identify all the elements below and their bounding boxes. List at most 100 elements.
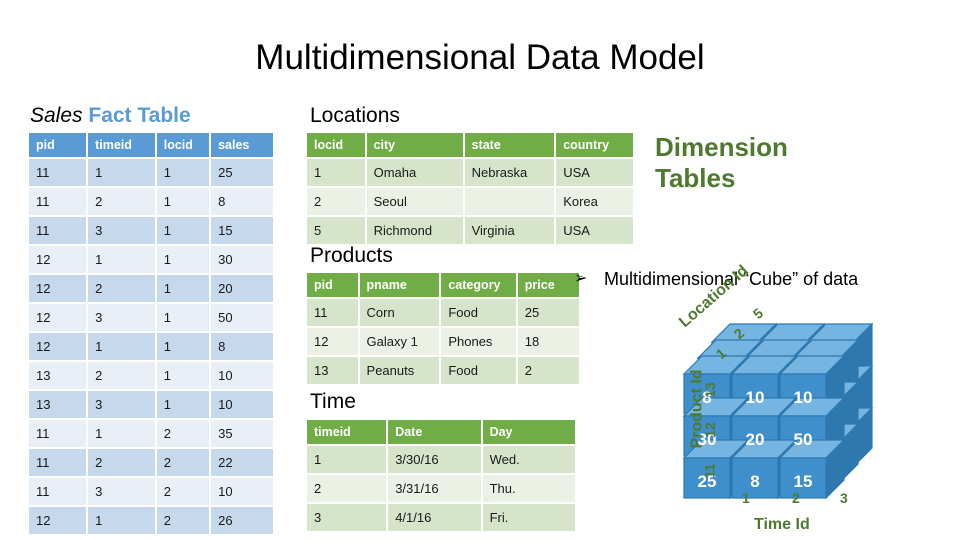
cell-pid: 13 — [29, 362, 87, 389]
table-row: 11 3 2 10 — [29, 478, 273, 505]
table-row: 11 Corn Food 25 — [307, 299, 579, 326]
table-row: 3 4/1/16 Fri. — [307, 504, 575, 531]
cell-pid: 13 — [307, 357, 358, 384]
column-header-category: category — [441, 273, 516, 297]
cell-day: Fri. — [482, 504, 575, 531]
cell-locid: 2 — [156, 478, 210, 505]
time-table-caption: Time — [310, 390, 356, 413]
cell-pid: 13 — [29, 391, 87, 418]
table-row: 12 3 1 50 — [29, 304, 273, 331]
cell-date: 3/30/16 — [388, 446, 481, 473]
cell-locid: 1 — [156, 275, 210, 302]
cube-cell-p12-t2: 20 — [745, 430, 765, 449]
table-row: 12 2 1 20 — [29, 275, 273, 302]
locations-table: locid city state country 1 Omaha Nebraska U… — [305, 131, 635, 246]
caption-sales-word: Sales — [30, 104, 83, 127]
cell-state — [464, 188, 555, 215]
cell-timeid: 3 — [307, 504, 387, 531]
axis-tick-product-11: 11 — [701, 463, 718, 479]
cube-cell-p11-t2: 8 — [750, 472, 760, 491]
table-row: 12 Galaxy 1 Phones 18 — [307, 328, 579, 355]
cube-graphic — [683, 323, 873, 499]
table-row: 13 Peanuts Food 2 — [307, 357, 579, 384]
dimension-tables-heading: Dimension Tables — [655, 132, 905, 193]
column-header-sales: sales — [211, 133, 273, 157]
cell-timeid: 3 — [88, 391, 155, 418]
cell-category: Food — [441, 299, 516, 326]
cell-state: Virginia — [464, 217, 555, 244]
axis-tick-time-3: 3 — [840, 490, 848, 506]
slide-canvas: Multidimensional Data Model Sales Fact T… — [0, 0, 960, 540]
cell-pid: 11 — [29, 449, 87, 476]
cell-country: Korea — [556, 188, 633, 215]
cell-sales: 30 — [211, 246, 273, 273]
column-header-country: country — [556, 133, 633, 157]
table-row: 11 1 1 25 — [29, 159, 273, 186]
cell-day: Wed. — [482, 446, 575, 473]
caption-fact-table-words: Fact Table — [88, 104, 191, 127]
table-row: 11 3 1 15 — [29, 217, 273, 244]
table-row: 2 Seoul Korea — [307, 188, 633, 215]
cell-sales: 20 — [211, 275, 273, 302]
cell-pid: 11 — [29, 217, 87, 244]
cell-sales: 25 — [211, 159, 273, 186]
cell-pname: Peanuts — [359, 357, 440, 384]
cell-sales: 22 — [211, 449, 273, 476]
sales-fact-table-body: 11 1 1 25 11 2 1 8 11 3 1 15 12 1 1 30 12 2 1 20 12 3 1 50 12 1 1 8… — [29, 159, 273, 534]
cell-pid: 11 — [29, 159, 87, 186]
cell-pid: 11 — [29, 420, 87, 447]
column-header-pname: pname — [359, 273, 440, 297]
table-header-row: timeid Date Day — [307, 420, 575, 444]
cell-category: Phones — [441, 328, 516, 355]
cell-sales: 8 — [211, 188, 273, 215]
cell-timeid: 1 — [307, 446, 387, 473]
column-header-timeid: timeid — [307, 420, 387, 444]
cell-sales: 10 — [211, 391, 273, 418]
axis-tick-time-1: 1 — [742, 490, 750, 506]
column-header-price: price — [517, 273, 579, 297]
cube-cell-p11-t3: 15 — [793, 472, 813, 491]
cell-locid: 2 — [156, 507, 210, 534]
axis-tick-product-12: 12 — [701, 422, 718, 438]
arrow-bullet-icon: ➢ — [574, 270, 588, 287]
column-header-locid: locid — [307, 133, 365, 157]
cell-sales: 10 — [211, 478, 273, 505]
table-row: 5 Richmond Virginia USA — [307, 217, 633, 244]
cell-sales: 50 — [211, 304, 273, 331]
cell-locid: 2 — [307, 188, 365, 215]
column-header-pid: pid — [29, 133, 87, 157]
cell-city: Omaha — [366, 159, 463, 186]
column-header-city: city — [366, 133, 463, 157]
cell-timeid: 1 — [88, 246, 155, 273]
table-row: 13 2 1 10 — [29, 362, 273, 389]
dimension-heading-line1: Dimension — [655, 132, 788, 162]
cell-state: Nebraska — [464, 159, 555, 186]
column-header-pid: pid — [307, 273, 358, 297]
cell-date: 4/1/16 — [388, 504, 481, 531]
cell-pid: 12 — [29, 304, 87, 331]
cell-locid: 1 — [156, 246, 210, 273]
cell-category: Food — [441, 357, 516, 384]
cell-timeid: 3 — [88, 478, 155, 505]
cell-pid: 12 — [29, 275, 87, 302]
cell-timeid: 2 — [307, 475, 387, 502]
cell-price: 2 — [517, 357, 579, 384]
products-table-body: 11 Corn Food 25 12 Galaxy 1 Phones 18 13 Peanuts F… — [307, 299, 579, 384]
cell-locid: 1 — [156, 217, 210, 244]
cell-sales: 35 — [211, 420, 273, 447]
cell-price: 18 — [517, 328, 579, 355]
cell-sales: 8 — [211, 333, 273, 360]
cell-city: Richmond — [366, 217, 463, 244]
table-row: 11 2 2 22 — [29, 449, 273, 476]
cell-timeid: 1 — [88, 420, 155, 447]
cell-pid: 12 — [29, 333, 87, 360]
cell-pid: 11 — [29, 478, 87, 505]
locations-table-caption: Locations — [310, 104, 400, 127]
axis-tick-product-13: 13 — [701, 382, 718, 398]
cell-locid: 1 — [156, 188, 210, 215]
column-header-locid: locid — [156, 133, 210, 157]
table-row: 11 1 2 35 — [29, 420, 273, 447]
cell-pid: 12 — [307, 328, 358, 355]
cell-locid: 1 — [156, 304, 210, 331]
table-row: 11 2 1 8 — [29, 188, 273, 215]
